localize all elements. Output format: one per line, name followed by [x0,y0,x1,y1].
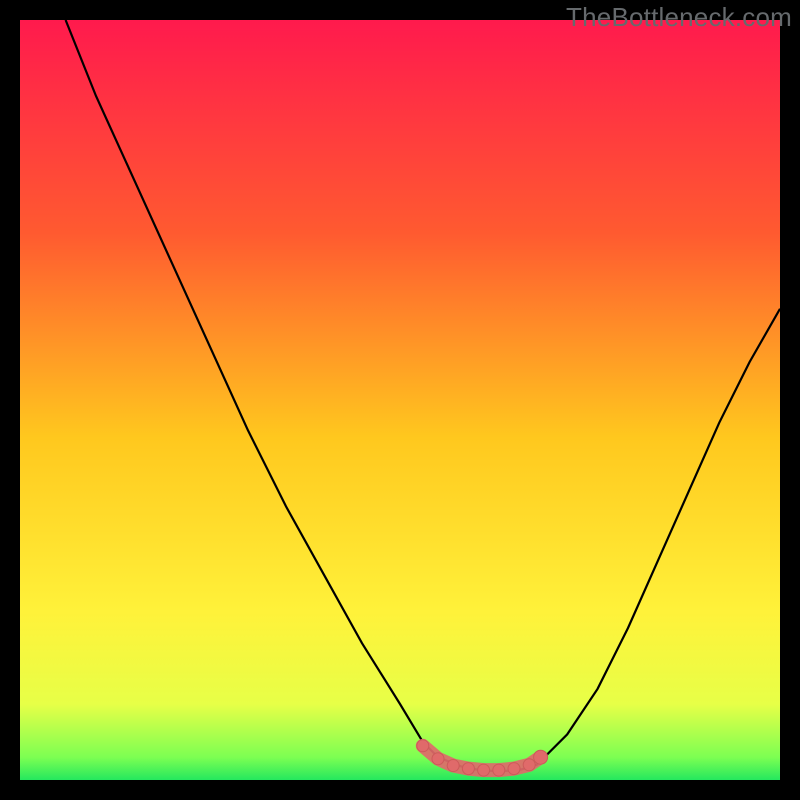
optimal-point [447,760,459,772]
optimal-point [493,764,505,776]
watermark-text: TheBottleneck.com [566,2,792,33]
bottleneck-chart [20,20,780,780]
optimal-point [508,763,520,775]
optimal-point [432,753,444,765]
optimal-point [478,764,490,776]
optimal-point [462,763,474,775]
heat-background [20,20,780,780]
optimal-point [534,750,548,764]
chart-frame [20,20,780,780]
optimal-point [523,759,535,771]
optimal-point [417,740,429,752]
